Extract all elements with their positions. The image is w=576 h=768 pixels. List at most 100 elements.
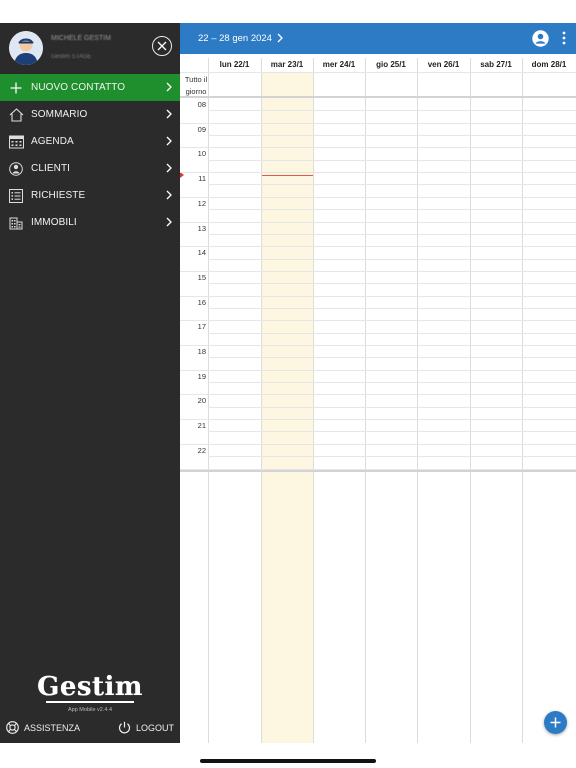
sidebar: MICHELE GESTIM Gestim STAGE NUOVO CONTAT… — [0, 23, 180, 743]
plus-icon — [550, 717, 561, 728]
plus-icon — [8, 80, 24, 96]
calendar-icon — [8, 134, 24, 150]
grid-line — [180, 122, 576, 124]
grid-line — [180, 246, 576, 248]
grid-line — [180, 221, 576, 223]
grid-line — [208, 456, 576, 458]
grid-line — [180, 469, 576, 472]
hour-label: 12 — [197, 198, 206, 208]
day-header[interactable]: ven 26/1 — [417, 58, 470, 72]
user-name: MICHELE GESTIM — [51, 35, 111, 42]
menu-item-label: NUOVO CONTATTO — [31, 82, 126, 93]
grid-line — [180, 345, 576, 346]
grid-line — [180, 72, 576, 73]
brand-logo: Gestim App Mobile v2.4.4 — [0, 673, 180, 713]
date-range-title[interactable]: 22 – 28 gen 2024 — [198, 33, 272, 44]
chevron-right-icon[interactable] — [277, 33, 283, 43]
grid-line — [180, 172, 576, 174]
grid-line — [180, 196, 576, 198]
grid-line — [180, 295, 576, 297]
grid-line — [208, 110, 576, 112]
app-root: MICHELE GESTIM Gestim STAGE NUOVO CONTAT… — [0, 0, 576, 768]
close-icon — [157, 41, 167, 51]
menu-item-clienti[interactable]: CLIENTI — [0, 155, 180, 182]
list-icon — [8, 188, 24, 204]
grid-line — [180, 394, 576, 396]
app-version: App Mobile v2.4.4 — [67, 706, 113, 713]
day-header[interactable]: mar 23/1 — [261, 58, 313, 72]
column-divider — [522, 58, 523, 743]
day-header[interactable]: lun 22/1 — [208, 58, 261, 72]
account-icon[interactable] — [532, 30, 549, 47]
menu-item-nuovo-contatto[interactable]: NUOVO CONTATTO — [0, 74, 180, 101]
calendar-header: 22 – 28 gen 2024 — [180, 23, 576, 54]
chevron-right-icon — [166, 109, 172, 119]
chevron-right-icon — [166, 82, 172, 92]
menu-item-label: SOMMARIO — [31, 109, 88, 120]
user-profile[interactable]: MICHELE GESTIM Gestim STAGE — [0, 23, 180, 73]
day-header[interactable]: sab 27/1 — [470, 58, 522, 72]
hour-label: 11 — [198, 174, 206, 184]
hour-label: 21 — [197, 421, 206, 431]
power-icon — [118, 721, 131, 734]
hour-label: 22 — [197, 445, 206, 455]
column-divider — [470, 58, 471, 743]
menu-item-agenda[interactable]: AGENDA — [0, 128, 180, 155]
menu-item-label: AGENDA — [31, 136, 74, 147]
grid-line — [208, 184, 576, 186]
hour-label: 15 — [197, 272, 206, 282]
hour-label: 13 — [197, 223, 206, 233]
more-vertical-icon[interactable] — [562, 31, 566, 45]
week-grid[interactable]: Tutto il giorno 08 09 10 11 12 13 14 15 16 17 18 19… — [180, 58, 576, 743]
grid-line — [208, 135, 576, 137]
logout-button[interactable]: LOGOUT — [118, 721, 174, 734]
column-divider — [208, 58, 209, 743]
user-org: Gestim STAGE — [51, 54, 92, 60]
hour-label: 19 — [197, 371, 206, 381]
current-time-line — [261, 175, 313, 176]
day-header[interactable]: mer 24/1 — [313, 58, 365, 72]
menu-item-label: IMMOBILI — [31, 217, 77, 228]
grid-line — [208, 233, 576, 235]
building-icon — [8, 215, 24, 231]
hour-label: 16 — [197, 297, 206, 307]
day-header[interactable]: dom 28/1 — [522, 58, 576, 72]
menu-item-immobili[interactable]: IMMOBILI — [0, 209, 180, 236]
day-header[interactable]: gio 25/1 — [365, 58, 417, 72]
hour-label: 08 — [197, 100, 206, 109]
grid-line — [208, 209, 576, 211]
brand-name: Gestim — [37, 672, 143, 702]
column-divider — [417, 58, 418, 743]
grid-line — [208, 159, 576, 161]
menu-item-sommario[interactable]: SOMMARIO — [0, 101, 180, 128]
grid-line — [180, 419, 576, 421]
avatar — [9, 31, 43, 65]
menu-item-label: CLIENTI — [31, 163, 71, 174]
grid-line — [208, 307, 576, 309]
person-icon — [8, 161, 24, 177]
hour-label: 09 — [197, 124, 206, 134]
chevron-right-icon — [166, 163, 172, 173]
hour-label: 18 — [197, 347, 206, 356]
hour-label: 14 — [197, 248, 206, 258]
assistenza-button[interactable]: ASSISTENZA — [6, 721, 80, 734]
all-day-label: Tutto il giorno — [184, 75, 208, 96]
grid-line — [180, 443, 576, 445]
day-headers: lun 22/1 mar 23/1 mer 24/1 gio 25/1 ven 26/1… — [180, 58, 576, 72]
grid-line — [208, 431, 576, 433]
logout-label: LOGOUT — [136, 722, 175, 733]
grid-line — [208, 258, 576, 260]
chevron-right-icon — [166, 217, 172, 227]
close-sidebar-button[interactable] — [152, 36, 172, 56]
menu-item-label: RICHIESTE — [31, 190, 86, 201]
home-icon — [8, 107, 24, 123]
lifebuoy-icon — [6, 721, 19, 734]
chevron-right-icon — [166, 190, 172, 200]
menu-item-richieste[interactable]: RICHIESTE — [0, 182, 180, 209]
home-indicator — [200, 759, 376, 763]
add-event-button[interactable] — [544, 711, 567, 734]
column-divider — [261, 58, 262, 743]
grid-line — [208, 283, 576, 285]
chevron-right-icon — [166, 136, 172, 146]
column-divider — [313, 58, 314, 743]
